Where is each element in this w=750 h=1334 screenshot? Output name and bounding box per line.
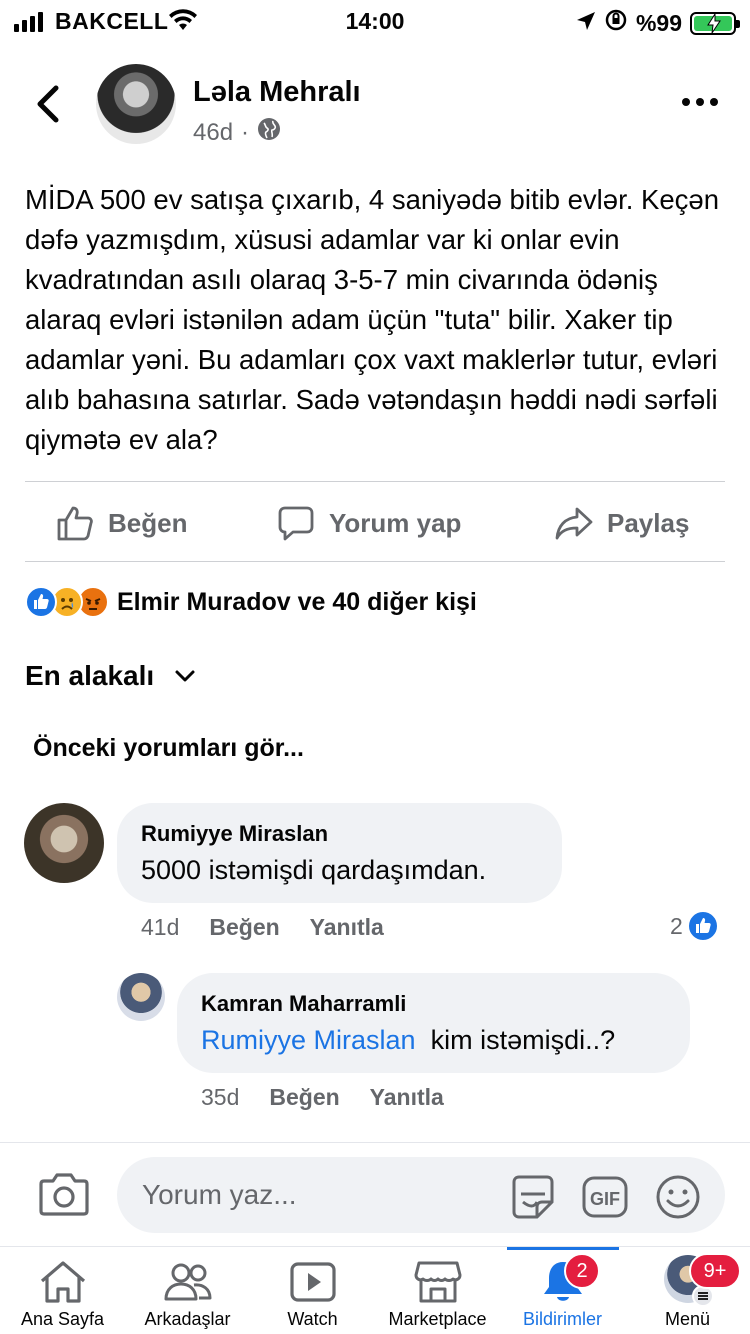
tab-notifications[interactable]: 2 Bildirimler bbox=[500, 1247, 625, 1334]
mention-link[interactable]: Rumiyye Miraslan bbox=[201, 1025, 416, 1055]
emoji-icon bbox=[656, 1175, 700, 1219]
sticker-icon bbox=[512, 1175, 554, 1219]
reactions-summary[interactable]: Elmir Muradov ve 40 diğer kişi bbox=[25, 586, 477, 618]
post-actions: Beğen Yorum yap Paylaş bbox=[0, 490, 750, 556]
author-name[interactable]: Ləla Mehralı bbox=[193, 76, 361, 109]
comment-like-button[interactable]: Beğen bbox=[269, 1084, 339, 1111]
gif-icon: GIF bbox=[582, 1176, 628, 1218]
chevron-down-icon bbox=[175, 670, 195, 682]
commenter-avatar[interactable] bbox=[24, 803, 104, 883]
post-meta: 46d · bbox=[193, 117, 281, 148]
chevron-left-icon bbox=[37, 85, 59, 123]
like-icon bbox=[686, 910, 719, 942]
more-options-button[interactable] bbox=[682, 98, 718, 106]
comment-time: 35d bbox=[201, 1084, 240, 1110]
watch-icon bbox=[288, 1259, 338, 1310]
location-icon bbox=[576, 10, 596, 37]
comment-author[interactable]: Rumiyye Miraslan bbox=[141, 821, 538, 847]
like-button[interactable]: Beğen bbox=[56, 490, 187, 556]
tab-marketplace[interactable]: Marketplace bbox=[375, 1247, 500, 1334]
status-bar: BAKCELL 14:00 %99 bbox=[0, 0, 750, 42]
emoji-button[interactable] bbox=[654, 1174, 702, 1225]
comment-input-placeholder: Yorum yaz... bbox=[142, 1179, 297, 1210]
divider bbox=[25, 561, 725, 562]
comment-composer: Yorum yaz... GIF bbox=[0, 1142, 750, 1246]
camera-button[interactable] bbox=[38, 1171, 90, 1222]
reactions-text: Elmir Muradov ve 40 diğer kişi bbox=[117, 587, 477, 616]
notification-badge: 2 bbox=[564, 1253, 600, 1289]
comment-like-button[interactable]: Beğen bbox=[209, 914, 279, 941]
post-time[interactable]: 46d bbox=[193, 119, 233, 147]
camera-icon bbox=[39, 1173, 89, 1216]
comment-button[interactable]: Yorum yap bbox=[277, 490, 461, 556]
comment-meta: 41d Beğen Yanıtla bbox=[141, 914, 384, 941]
tab-home[interactable]: Ana Sayfa bbox=[0, 1247, 125, 1334]
comment-bubble: Rumiyye Miraslan 5000 istəmişdi qardaşım… bbox=[117, 803, 562, 903]
tab-watch[interactable]: Watch bbox=[250, 1247, 375, 1334]
author-avatar[interactable] bbox=[96, 64, 176, 144]
thumbs-up-icon bbox=[57, 506, 93, 541]
orientation-lock-icon bbox=[604, 8, 628, 38]
comment-input[interactable]: Yorum yaz... GIF bbox=[117, 1157, 725, 1233]
tab-menu[interactable]: 9+ Menü bbox=[625, 1247, 750, 1334]
comment-reply-button[interactable]: Yanıtla bbox=[370, 1084, 444, 1111]
post-body: MİDA 500 ev satışa çıxarıb, 4 saniyədə b… bbox=[25, 184, 719, 455]
home-icon bbox=[38, 1259, 88, 1310]
divider bbox=[25, 481, 725, 482]
marketplace-icon bbox=[413, 1259, 463, 1310]
more-icon bbox=[682, 98, 690, 106]
comment-text: 5000 istəmişdi qardaşımdan. bbox=[141, 855, 487, 885]
back-button[interactable] bbox=[30, 82, 70, 126]
comment-bubble: Kamran Maharramli Rumiyye Miraslan kim i… bbox=[177, 973, 690, 1073]
friends-icon bbox=[163, 1259, 213, 1310]
menu-badge: 9+ bbox=[689, 1253, 741, 1289]
comment-icon bbox=[278, 506, 314, 541]
battery-percent: %99 bbox=[635, 9, 682, 36]
share-icon bbox=[555, 507, 593, 540]
comment-meta: 35d Beğen Yanıtla bbox=[201, 1084, 444, 1111]
comment-sort-dropdown[interactable]: En alakalı bbox=[25, 660, 196, 692]
view-previous-comments-link[interactable]: Önceki yorumları gör... bbox=[33, 734, 304, 763]
comment-like-count[interactable]: 2 bbox=[670, 910, 719, 942]
comment-author[interactable]: Kamran Maharramli bbox=[201, 991, 666, 1017]
sticker-button[interactable] bbox=[509, 1174, 557, 1225]
svg-text:GIF: GIF bbox=[590, 1189, 620, 1209]
like-icon bbox=[25, 586, 57, 618]
comment-text: kim istəmişdi..? bbox=[430, 1025, 616, 1055]
share-button[interactable]: Paylaş bbox=[555, 490, 689, 556]
comment-time: 41d bbox=[141, 914, 180, 940]
comment-reply-button[interactable]: Yanıtla bbox=[310, 914, 384, 941]
battery-icon bbox=[690, 11, 740, 35]
commenter-avatar[interactable] bbox=[117, 973, 165, 1021]
globe-icon bbox=[257, 117, 281, 148]
gif-button[interactable]: GIF bbox=[581, 1174, 629, 1225]
tab-friends[interactable]: Arkadaşlar bbox=[125, 1247, 250, 1334]
bottom-tab-bar: Ana Sayfa Arkadaşlar Watch Marketplace 2… bbox=[0, 1246, 750, 1334]
